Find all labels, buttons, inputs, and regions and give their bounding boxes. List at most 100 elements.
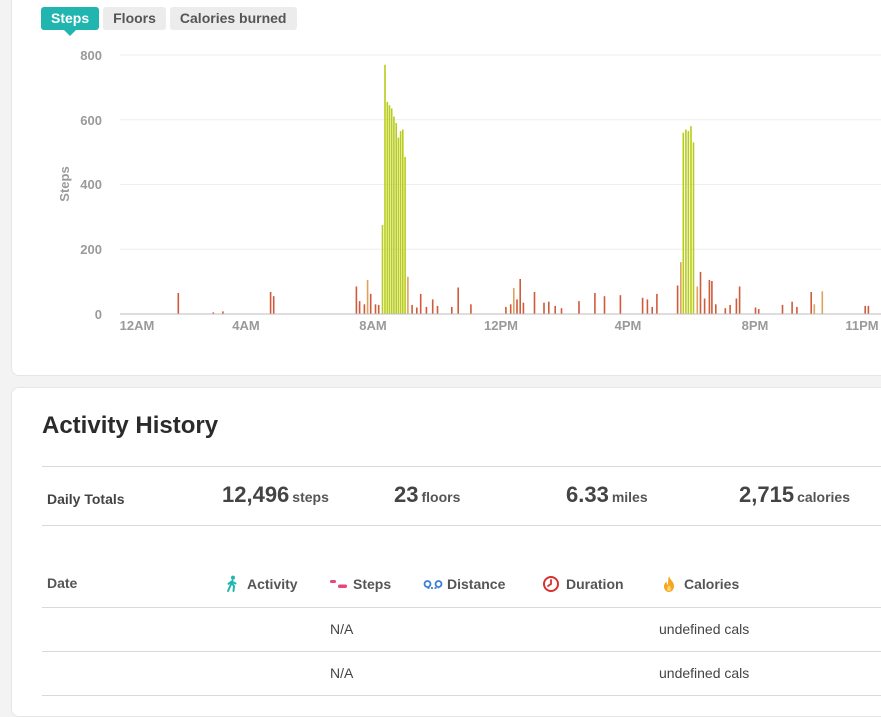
divider — [42, 466, 881, 467]
step-bar — [711, 281, 713, 314]
x-axis-ticks: 12AM 4AM 8AM 12PM 4PM 8PM 11PM — [120, 318, 879, 333]
step-bar — [419, 293, 422, 314]
total-steps-value: 12,496 — [222, 482, 290, 507]
step-bar — [676, 285, 679, 314]
column-header-duration[interactable]: Duration — [542, 575, 624, 593]
step-bar — [754, 307, 757, 314]
step-bar — [738, 286, 741, 314]
step-bar — [393, 116, 395, 314]
y-tick-800: 800 — [80, 48, 102, 63]
total-steps-unit: steps — [292, 489, 329, 505]
row-2-calories: undefined cals — [659, 665, 750, 681]
column-header-duration-label: Duration — [566, 576, 624, 592]
column-header-date-label: Date — [47, 575, 78, 591]
steps-chart: 0 200 400 600 800 Steps 12AM 4AM 8AM 12P… — [57, 48, 881, 333]
x-tick-11pm: 11PM — [845, 318, 878, 333]
y-tick-200: 200 — [80, 242, 102, 257]
step-bar — [363, 304, 366, 314]
step-bar — [386, 101, 389, 315]
divider — [42, 651, 881, 652]
clock-icon — [542, 575, 560, 593]
step-bar — [781, 304, 784, 314]
step-bar — [578, 301, 580, 314]
step-bar — [703, 298, 706, 314]
x-tick-4am: 4AM — [232, 318, 259, 333]
step-bar — [543, 302, 545, 314]
step-bar — [594, 293, 596, 314]
step-bar — [533, 292, 536, 314]
step-bar — [821, 291, 824, 314]
step-bar — [735, 298, 738, 314]
x-tick-8am: 8AM — [359, 318, 386, 333]
step-bar — [177, 293, 180, 314]
step-bar — [651, 306, 653, 314]
column-header-calories[interactable]: Calories — [660, 575, 739, 593]
column-header-activity-label: Activity — [247, 576, 298, 592]
step-bar — [548, 301, 550, 314]
column-header-activity[interactable]: Activity — [223, 575, 298, 593]
step-bar — [680, 262, 682, 314]
column-header-distance[interactable]: Distance — [423, 575, 505, 593]
total-floors: 23 floors — [394, 482, 460, 508]
y-axis-ticks: 0 200 400 600 800 — [80, 48, 102, 322]
step-bar — [554, 305, 556, 314]
row-1-calories: undefined cals — [659, 621, 750, 637]
step-bar — [425, 306, 428, 314]
step-bar — [867, 305, 870, 314]
step-bar — [708, 280, 711, 314]
x-tick-12pm: 12PM — [484, 318, 518, 333]
step-bar — [560, 308, 563, 314]
step-bar — [690, 126, 692, 314]
x-tick-12am: 12AM — [120, 318, 155, 333]
step-bar — [369, 293, 372, 314]
step-bar — [384, 64, 386, 314]
step-bar — [457, 287, 459, 314]
step-bar — [696, 286, 699, 314]
step-bar — [431, 299, 434, 314]
step-bar — [407, 276, 409, 314]
step-bar — [641, 297, 644, 314]
step-bar — [646, 299, 649, 314]
step-bar — [470, 304, 472, 314]
step-bar — [687, 131, 690, 314]
step-bar — [724, 308, 727, 314]
flame-icon — [660, 575, 678, 593]
step-bar — [813, 304, 816, 314]
total-miles-value: 6.33 — [566, 482, 609, 507]
step-bar — [366, 280, 369, 314]
step-bar — [656, 293, 658, 314]
step-bars — [177, 64, 870, 315]
step-bar — [513, 288, 515, 314]
step-bar — [791, 301, 793, 314]
step-bar — [395, 123, 397, 314]
step-bar — [390, 108, 393, 315]
step-bar — [374, 304, 377, 314]
column-header-steps[interactable]: Steps — [329, 575, 391, 593]
divider — [42, 695, 881, 696]
row-1-steps: N/A — [330, 621, 354, 637]
step-bar — [404, 157, 406, 314]
walking-person-icon — [223, 575, 241, 593]
step-bar — [411, 304, 413, 314]
total-steps: 12,496 steps — [222, 482, 329, 508]
total-floors-value: 23 — [394, 482, 419, 507]
footprints-icon — [329, 575, 347, 593]
step-bar — [729, 304, 731, 314]
step-bar — [436, 305, 439, 314]
step-bar — [355, 286, 358, 314]
distance-pin-icon — [423, 575, 443, 593]
step-bar — [399, 131, 402, 314]
x-tick-8pm: 8PM — [742, 318, 769, 333]
step-bar — [685, 129, 687, 314]
total-miles-unit: miles — [611, 489, 648, 505]
step-bar — [509, 304, 512, 314]
step-bar — [377, 304, 380, 314]
step-bar — [402, 129, 404, 314]
column-header-date[interactable]: Date — [47, 575, 77, 591]
step-bar — [269, 292, 272, 314]
activity-history-title: Activity History — [42, 412, 219, 439]
step-bar — [715, 304, 717, 314]
step-bar — [522, 302, 525, 314]
y-tick-600: 600 — [80, 113, 102, 128]
y-tick-0: 0 — [95, 307, 102, 322]
